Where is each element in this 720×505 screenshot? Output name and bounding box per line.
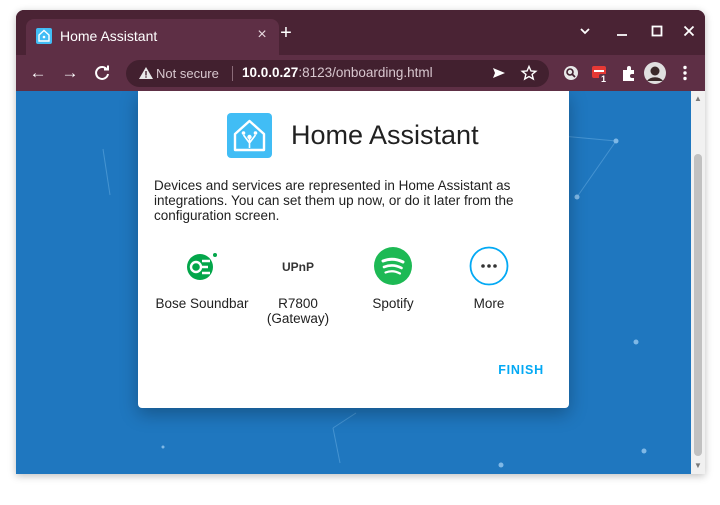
integration-bose-soundbar[interactable]: Bose Soundbar: [147, 246, 257, 311]
integration-label: R7800 (Gateway): [266, 296, 330, 326]
more-icon: [469, 246, 509, 286]
spotify-icon: [373, 246, 413, 286]
maximize-button[interactable]: [647, 21, 667, 41]
finish-button[interactable]: FINISH: [498, 363, 544, 377]
browser-toolbar: ← → Not secure 10.0.0.27:8123/onboarding…: [16, 55, 705, 91]
forward-button[interactable]: →: [58, 61, 82, 85]
warning-triangle-icon[interactable]: [138, 65, 154, 81]
integration-label: More: [473, 296, 505, 311]
tab-search-dropdown-icon[interactable]: [575, 21, 595, 41]
security-label[interactable]: Not secure: [156, 66, 219, 81]
integration-label: Spotify: [372, 296, 414, 311]
new-tab-button[interactable]: +: [275, 22, 297, 44]
url-text[interactable]: 10.0.0.27:8123/onboarding.html: [242, 65, 433, 80]
bookmark-star-icon[interactable]: [520, 64, 538, 82]
brand-title: Home Assistant: [291, 120, 479, 150]
browser-window: Home Assistant × + ← → Not secure 10.0.0…: [16, 10, 705, 474]
browser-menu-icon[interactable]: [675, 63, 695, 83]
scrollbar-thumb[interactable]: [694, 154, 702, 456]
tab-home-assistant[interactable]: Home Assistant ×: [26, 19, 279, 55]
address-bar[interactable]: Not secure 10.0.0.27:8123/onboarding.htm…: [126, 60, 549, 87]
url-host: 10.0.0.27: [242, 65, 299, 80]
extension-badge-count: 1: [601, 74, 607, 84]
integration-r7800-gateway[interactable]: UPnP R7800 (Gateway): [243, 246, 353, 326]
tab-title: Home Assistant: [60, 28, 158, 44]
omnibox-separator: [232, 66, 233, 81]
vertical-scrollbar[interactable]: ▲ ▼: [691, 91, 705, 474]
back-button[interactable]: ←: [26, 61, 50, 85]
close-window-button[interactable]: [679, 21, 699, 41]
reload-button[interactable]: [90, 61, 114, 85]
page-content: Home Assistant Devices and services are …: [16, 91, 705, 474]
home-assistant-logo-icon: [227, 113, 272, 158]
integration-more[interactable]: More: [434, 246, 544, 311]
extension-loupe-icon[interactable]: [561, 63, 581, 83]
integration-label: Bose Soundbar: [155, 296, 249, 311]
home-assistant-favicon-icon: [36, 28, 52, 44]
send-to-device-icon[interactable]: [490, 64, 508, 82]
svg-text:UPnP: UPnP: [282, 260, 314, 274]
extension-red-icon[interactable]: [590, 63, 610, 83]
bose-icon: [182, 246, 222, 286]
tab-close-icon[interactable]: ×: [252, 25, 272, 45]
scroll-up-arrow-icon[interactable]: ▲: [693, 94, 703, 104]
extensions-puzzle-icon[interactable]: [619, 63, 639, 83]
tab-strip: Home Assistant × +: [16, 10, 705, 55]
scroll-down-arrow-icon[interactable]: ▼: [693, 461, 703, 471]
integration-spotify[interactable]: Spotify: [338, 246, 448, 311]
onboarding-dialog: Home Assistant Devices and services are …: [138, 91, 569, 408]
upnp-icon: UPnP: [278, 246, 318, 286]
url-path: :8123/onboarding.html: [298, 65, 433, 80]
minimize-button[interactable]: [612, 21, 632, 41]
profile-avatar[interactable]: [643, 61, 667, 85]
intro-text: Devices and services are represented in …: [154, 178, 514, 223]
